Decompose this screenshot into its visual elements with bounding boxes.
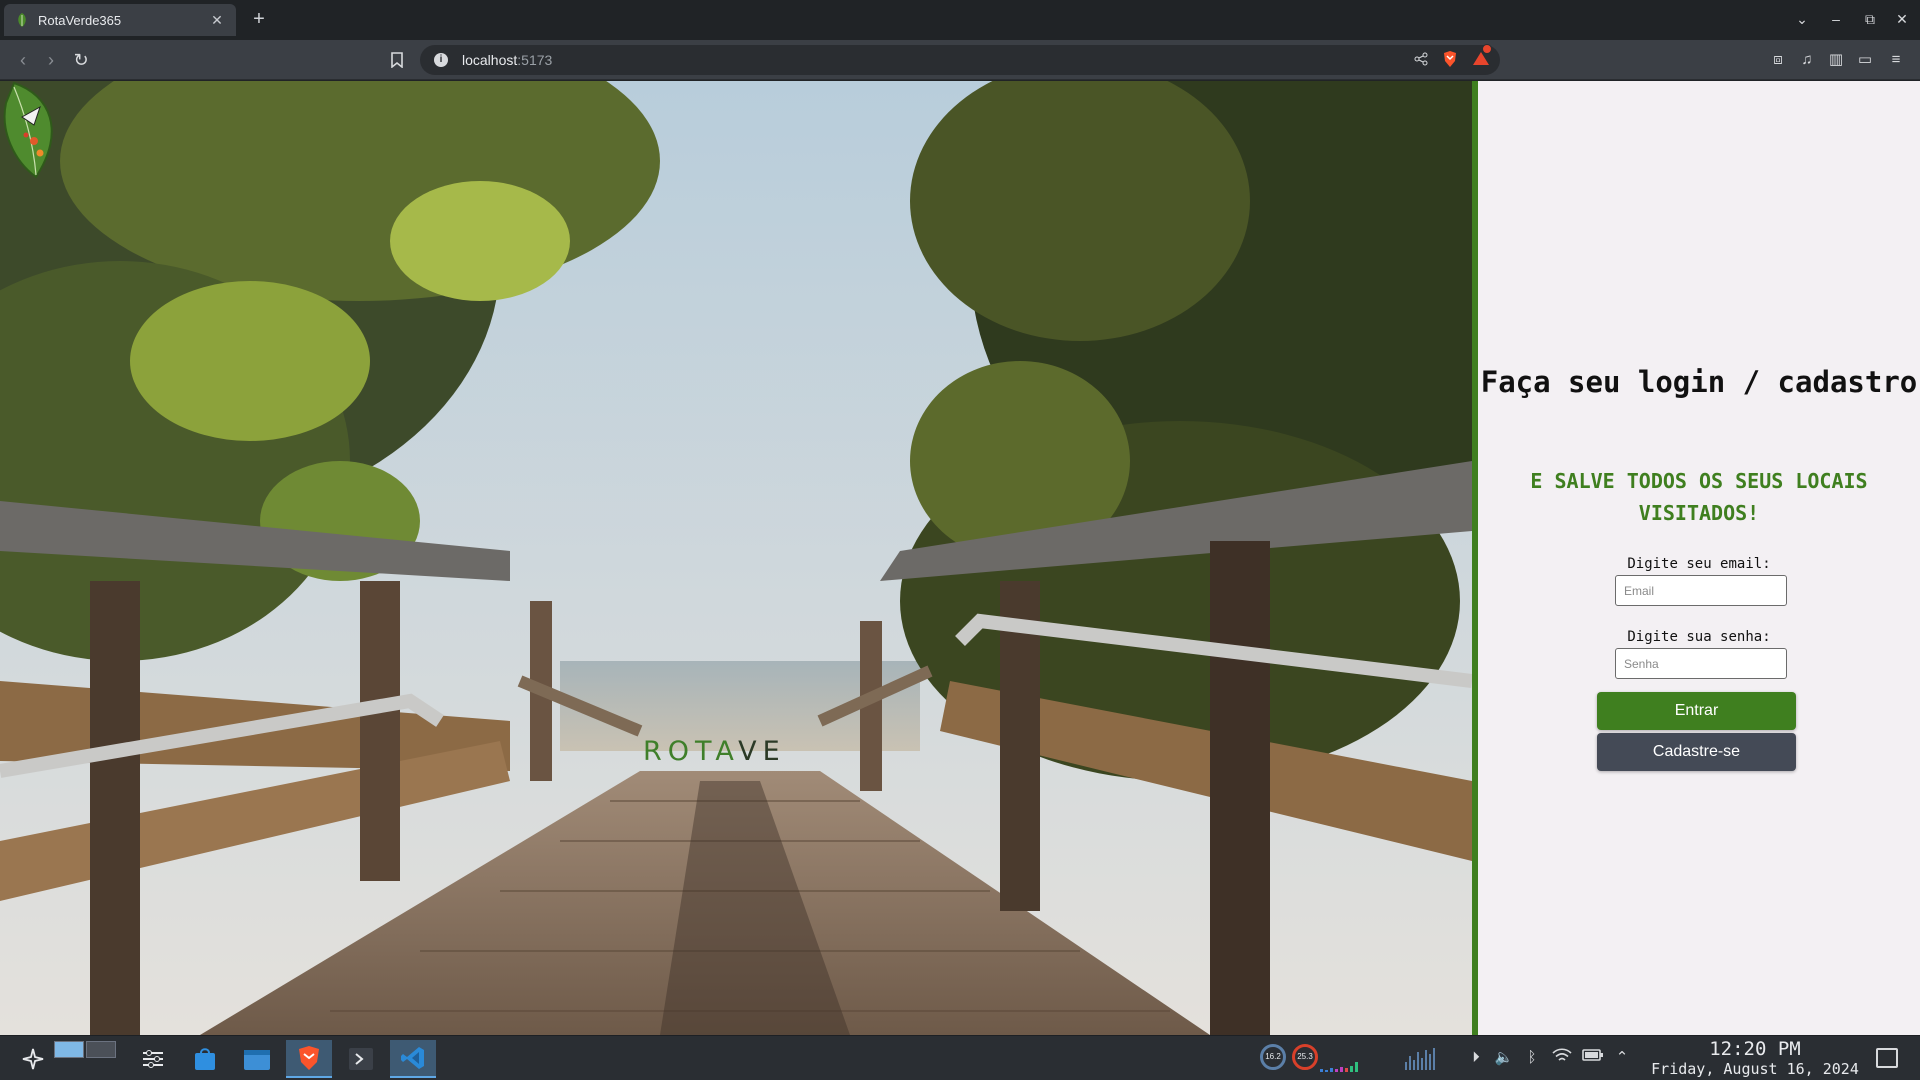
login-subtitle: E SALVE TODOS OS SEUS LOCAIS VISITADOS! (1530, 469, 1868, 525)
address-host: localhost (462, 52, 518, 68)
battery-icon[interactable] (1582, 1048, 1603, 1068)
show-desktop-icon[interactable] (1876, 1048, 1898, 1068)
leaf-favicon-icon (18, 13, 26, 27)
new-tab-button[interactable]: + (248, 8, 270, 30)
brave-rewards-icon[interactable] (1472, 44, 1492, 68)
address-bar[interactable]: i localhost:5173 (420, 44, 1500, 75)
window-close-icon[interactable]: ✕ (1890, 8, 1914, 30)
restore-icon[interactable]: ⧉ (1858, 8, 1882, 30)
app-launcher-icon[interactable] (10, 1040, 56, 1078)
brand-wordmark: ROTAVE (643, 736, 786, 767)
wifi-icon[interactable] (1552, 1048, 1572, 1068)
bluetooth-icon[interactable]: ᛒ (1522, 1048, 1542, 1068)
bookmark-icon[interactable] (386, 48, 408, 72)
network-monitor[interactable] (1320, 1044, 1358, 1072)
tab-strip: RotaVerde365 ✕ + ⌄ – ⧉ ✕ (0, 0, 1920, 40)
browser-tab[interactable]: RotaVerde365 ✕ (4, 4, 236, 36)
brave-browser-taskbar-icon[interactable] (286, 1040, 332, 1078)
volume-icon[interactable]: 🔈 (1494, 1048, 1514, 1068)
taskbar: 16.2 25.3 ⏵ 🔈 ᛒ ⌃ 12:20 PM Friday, Augus… (0, 1035, 1920, 1080)
tab-title: RotaVerde365 (38, 12, 122, 28)
media-icon[interactable]: ♫ (1795, 48, 1819, 72)
file-manager-icon[interactable] (234, 1040, 280, 1078)
login-panel: Faça seu login / cadastro E SALVE TODOS … (1478, 81, 1920, 1035)
forward-icon[interactable]: › (38, 48, 64, 72)
brand-first: ROTA (643, 736, 739, 767)
signup-button[interactable]: Cadastre-se (1597, 733, 1796, 771)
wallet-icon[interactable]: ▭ (1853, 48, 1877, 72)
software-store-icon[interactable] (182, 1040, 228, 1078)
email-field[interactable] (1615, 575, 1787, 606)
back-icon[interactable]: ‹ (10, 48, 36, 72)
extensions-icon[interactable]: ⧈ (1766, 48, 1790, 72)
desktop-1[interactable] (54, 1041, 84, 1058)
password-label: Digite sua senha: (1627, 629, 1771, 645)
notification-dot (1482, 44, 1492, 54)
cpu-monitor[interactable]: 16.2 (1260, 1044, 1286, 1070)
brand-rest: VE (738, 736, 786, 767)
brave-shields-icon[interactable] (1442, 50, 1458, 68)
tab-close-icon[interactable]: ✕ (208, 12, 226, 29)
site-info-icon[interactable]: i (434, 53, 448, 67)
boardwalk-illustration (0, 81, 1472, 1035)
system-settings-icon[interactable] (130, 1040, 176, 1078)
hero-image: ROTAVE (0, 81, 1472, 1035)
minimize-icon[interactable]: – (1824, 8, 1848, 30)
disk-monitor[interactable] (1405, 1046, 1449, 1070)
terminal-icon[interactable] (338, 1040, 384, 1078)
reload-icon[interactable]: ↻ (68, 48, 94, 72)
clock-time: 12:20 PM (1709, 1038, 1801, 1060)
desktop-2[interactable] (86, 1041, 116, 1058)
chevron-down-icon[interactable]: ⌄ (1790, 8, 1814, 30)
memory-readout: 25.3 (1297, 1052, 1313, 1061)
page-viewport: ROTAVE Faça seu login / cadastro E SALVE… (0, 81, 1920, 1035)
clock-date: Friday, August 16, 2024 (1651, 1060, 1859, 1078)
leaf-logo-icon (3, 81, 53, 179)
browser-toolbar: ‹ › ↻ i localhost:5173 ⧈ ♫ ▥ ▭ ≡ (0, 40, 1920, 80)
cpu-readout: 16.2 (1265, 1052, 1281, 1061)
virtual-desktop-pager[interactable] (54, 1041, 116, 1058)
login-button[interactable]: Entrar (1597, 692, 1796, 730)
login-title: Faça seu login / cadastro (1480, 365, 1918, 399)
clock[interactable]: 12:20 PM Friday, August 16, 2024 (1640, 1038, 1870, 1078)
password-field[interactable] (1615, 648, 1787, 679)
menu-icon[interactable]: ≡ (1884, 48, 1908, 72)
vscode-icon[interactable] (390, 1040, 436, 1078)
address-port: :5173 (517, 52, 553, 68)
tray-expand-icon[interactable]: ⌃ (1612, 1048, 1632, 1068)
sidebar-icon[interactable]: ▥ (1824, 48, 1848, 72)
memory-monitor[interactable]: 25.3 (1292, 1044, 1318, 1070)
media-player-icon[interactable]: ⏵ (1466, 1048, 1486, 1068)
share-icon[interactable] (1414, 52, 1428, 66)
email-label: Digite seu email: (1627, 556, 1771, 572)
